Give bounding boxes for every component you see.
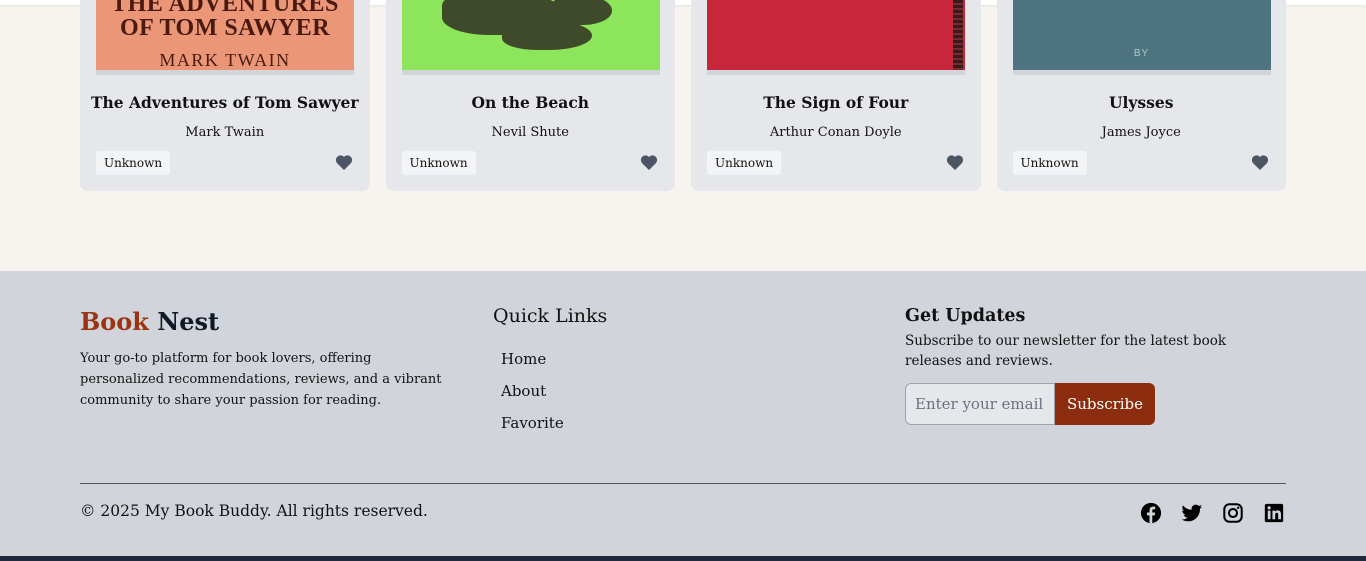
book-card[interactable]: THE ADVENTURES OF TOM SAWYER MARK TWAIN … — [80, 0, 370, 191]
cover-spine — [953, 0, 963, 70]
cover-text: BY — [1133, 48, 1150, 59]
cover-author: MARK TWAIN — [159, 50, 291, 70]
book-author: Arthur Conan Doyle — [769, 125, 902, 140]
twitter-icon[interactable] — [1181, 502, 1203, 524]
book-cover[interactable] — [707, 0, 965, 75]
book-author: Nevil Shute — [491, 125, 569, 140]
book-title: On the Beach — [471, 93, 590, 112]
newsletter-email-input[interactable] — [905, 383, 1055, 425]
site-footer: Book Nest Your go-to platform for book l… — [0, 271, 1366, 561]
footer-link-favorite[interactable]: Favorite — [501, 414, 564, 432]
book-author: James Joyce — [1101, 125, 1181, 140]
book-card[interactable]: The Sign of Four Arthur Conan Doyle Unkn… — [691, 0, 981, 191]
book-title: The Adventures of Tom Sawyer — [90, 93, 359, 112]
cover-art — [551, 0, 612, 25]
instagram-icon[interactable] — [1222, 502, 1244, 524]
brand-part1: Book — [80, 307, 149, 336]
status-badge: Unknown — [401, 151, 476, 175]
book-cover[interactable]: THE ADVENTURES OF TOM SAWYER MARK TWAIN — [96, 0, 354, 75]
bottom-bar — [0, 556, 1366, 561]
status-badge: Unknown — [707, 151, 782, 175]
status-badge: Unknown — [1012, 151, 1087, 175]
status-badge: Unknown — [96, 151, 171, 175]
cover-title-line: OF TOM SAWYER — [119, 15, 331, 41]
book-title: Ulysses — [1109, 93, 1174, 112]
book-title: The Sign of Four — [763, 93, 909, 112]
subscribe-button[interactable]: Subscribe — [1055, 383, 1155, 425]
linkedin-icon[interactable] — [1263, 502, 1285, 524]
quick-links-heading: Quick Links — [493, 305, 608, 327]
updates-heading: Get Updates — [905, 306, 1026, 326]
heart-icon[interactable] — [1251, 154, 1269, 171]
footer-link-home[interactable]: Home — [501, 350, 546, 368]
footer-divider — [80, 483, 1286, 484]
brand-part2: Nest — [157, 307, 220, 336]
heart-icon[interactable] — [335, 154, 353, 171]
book-author: Mark Twain — [185, 125, 265, 140]
updates-description: Subscribe to our newsletter for the late… — [905, 333, 1227, 369]
facebook-icon[interactable] — [1140, 502, 1162, 524]
book-card[interactable]: BY Ulysses James Joyce Unknown — [996, 0, 1286, 191]
copyright-text: © 2025 My Book Buddy. All rights reserve… — [80, 502, 428, 520]
footer-description: Your go-to platform for book lovers, off… — [80, 351, 442, 408]
book-grid: THE ADVENTURES OF TOM SAWYER MARK TWAIN … — [80, 0, 1286, 191]
book-cover[interactable]: BY — [1012, 0, 1271, 75]
footer-link-about[interactable]: About — [501, 382, 546, 400]
footer-logo[interactable]: Book Nest — [80, 307, 219, 336]
heart-icon[interactable] — [640, 154, 658, 171]
heart-icon[interactable] — [946, 154, 964, 171]
cover-title-line: THE ADVENTURES — [111, 0, 339, 17]
book-cover[interactable] — [401, 0, 660, 75]
book-card[interactable]: On the Beach Nevil Shute Unknown — [385, 0, 675, 191]
